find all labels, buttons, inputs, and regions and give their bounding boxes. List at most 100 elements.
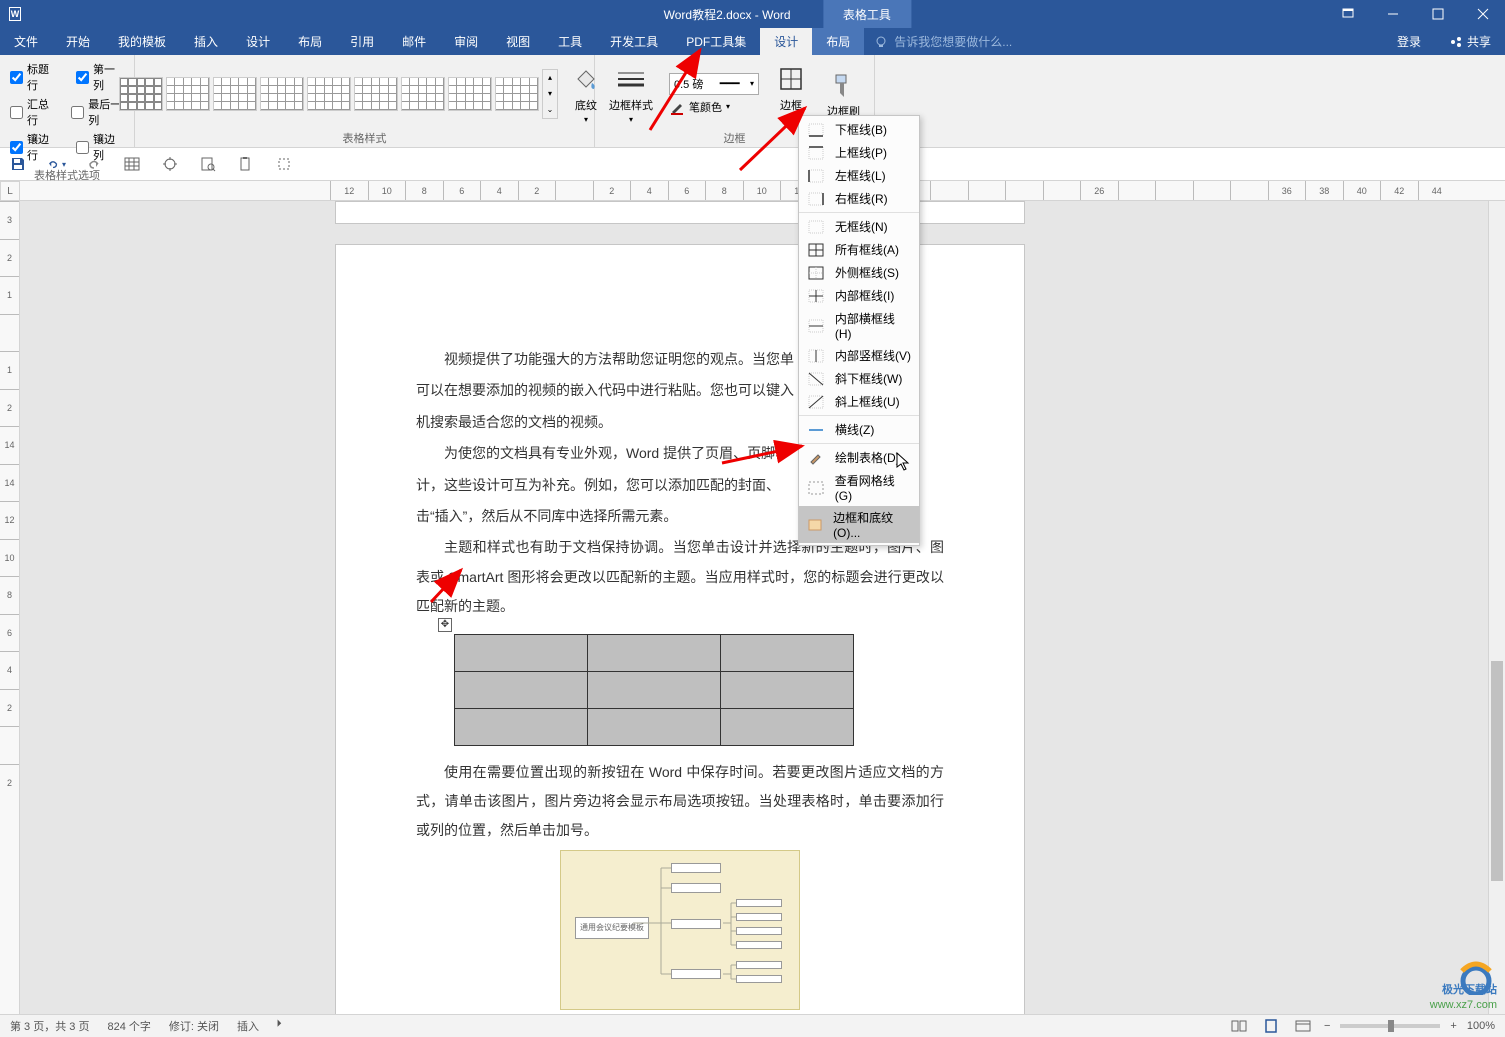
table-tools-title: 表格工具 — [823, 0, 911, 28]
tab-table-layout[interactable]: 布局 — [812, 28, 864, 55]
tab-review[interactable]: 审阅 — [440, 28, 492, 55]
tab-table-design[interactable]: 设计 — [760, 28, 812, 55]
border-style-button[interactable]: 边框样式▾ — [601, 59, 661, 128]
opt-first-col[interactable]: 第一列 — [76, 61, 124, 93]
minimize-button[interactable] — [1370, 0, 1415, 28]
border-inside-item[interactable]: 内部框线(I) — [799, 284, 919, 307]
table-styles-gallery[interactable]: ▴▾⌄ — [119, 69, 558, 119]
style-thumb[interactable] — [166, 77, 210, 111]
border-none-item[interactable]: 无框线(N) — [799, 215, 919, 238]
tab-devtools[interactable]: 开发工具 — [596, 28, 672, 55]
touch-icon — [162, 156, 178, 172]
table-icon — [124, 156, 140, 172]
tab-design[interactable]: 设计 — [232, 28, 284, 55]
login-button[interactable]: 登录 — [1383, 28, 1435, 55]
border-left-item[interactable]: 左框线(L) — [799, 164, 919, 187]
border-inside-v-item[interactable]: 内部竖框线(V) — [799, 344, 919, 367]
view-gridlines-item[interactable]: 查看网格线(G) — [799, 469, 919, 506]
tab-view[interactable]: 视图 — [492, 28, 544, 55]
ribbon-options-icon[interactable] — [1325, 0, 1370, 28]
paste-qat-button[interactable] — [236, 154, 256, 174]
tab-pdf[interactable]: PDF工具集 — [672, 28, 760, 55]
body-text[interactable]: 主题和样式也有助于文档保持协调。当您单击设计并选择新的主题时，图片、图表或 Sm… — [416, 533, 944, 621]
body-text[interactable]: 使用在需要位置出现的新按钮在 Word 中保存时间。若要更改图片适应文档的方式，… — [416, 758, 944, 846]
style-thumb[interactable] — [307, 77, 351, 111]
style-thumb[interactable] — [213, 77, 257, 111]
style-thumb[interactable] — [260, 77, 304, 111]
tab-references[interactable]: 引用 — [336, 28, 388, 55]
site-logo-text: 极光下载站 — [1442, 981, 1497, 997]
horizontal-line-item[interactable]: 横线(Z) — [799, 418, 919, 441]
document-page[interactable]: 视频提供了功能强大的方法帮助您证明您的观点。当您单 可以在想要添加的视频的嵌入代… — [335, 244, 1025, 1014]
borders-and-shading-item[interactable]: 边框和底纹(O)... — [799, 506, 919, 543]
gallery-scroll[interactable]: ▴▾⌄ — [542, 69, 558, 119]
ruler-vertical[interactable]: 321121414121086422 — [0, 201, 20, 1014]
border-top-item[interactable]: 上框线(P) — [799, 141, 919, 164]
border-outside-item[interactable]: 外侧框线(S) — [799, 261, 919, 284]
maximize-button[interactable] — [1415, 0, 1460, 28]
tab-tools[interactable]: 工具 — [544, 28, 596, 55]
format-qat-button[interactable] — [274, 154, 294, 174]
save-icon — [10, 156, 26, 172]
close-button[interactable] — [1460, 0, 1505, 28]
border-all-item[interactable]: 所有框线(A) — [799, 238, 919, 261]
previous-page-edge — [335, 201, 1025, 224]
ruler-horizontal[interactable]: 1210864224681012141618263638404244 — [20, 181, 1505, 201]
zoom-slider[interactable] — [1340, 1024, 1440, 1028]
cursor-icon — [896, 452, 912, 472]
word-icon: W — [8, 4, 28, 24]
diagram-image[interactable]: 通用会议纪要模板 — [560, 850, 800, 1010]
opt-header-row[interactable]: 标题行 — [10, 61, 58, 93]
touch-mode-button[interactable] — [160, 154, 180, 174]
page-indicator[interactable]: 第 3 页，共 3 页 — [10, 1018, 89, 1034]
styles-label: 表格样式 — [343, 130, 387, 146]
word-count[interactable]: 824 个字 — [107, 1018, 150, 1034]
scrollbar-thumb[interactable] — [1491, 661, 1503, 881]
pen-color-button[interactable]: 笔颜色▾ — [669, 99, 759, 115]
style-thumb[interactable] — [401, 77, 445, 111]
zoom-in-button[interactable]: + — [1450, 1020, 1456, 1032]
svg-text:W: W — [11, 9, 20, 19]
zoom-level[interactable]: 100% — [1467, 1020, 1495, 1032]
tell-me-search[interactable]: 告诉我您想要做什么... — [864, 28, 1022, 55]
table-qat-button[interactable] — [122, 154, 142, 174]
border-right-item[interactable]: 右框线(R) — [799, 187, 919, 210]
redo-button[interactable] — [84, 154, 104, 174]
web-layout-button[interactable] — [1292, 1017, 1314, 1035]
opt-total-row[interactable]: 汇总行 — [10, 96, 53, 128]
pen-icon — [669, 99, 685, 115]
insert-mode[interactable]: 插入 — [237, 1018, 259, 1034]
borders-icon — [777, 65, 805, 93]
border-inside-h-item[interactable]: 内部横框线(H) — [799, 307, 919, 344]
pen-weight-dropdown[interactable]: 0.5 磅━━━▾ — [669, 73, 759, 95]
tab-layout[interactable]: 布局 — [284, 28, 336, 55]
tab-mailings[interactable]: 邮件 — [388, 28, 440, 55]
track-changes-status[interactable]: 修订: 关闭 — [169, 1018, 219, 1034]
selected-table[interactable] — [454, 634, 854, 746]
preview-button[interactable] — [198, 154, 218, 174]
tab-insert[interactable]: 插入 — [180, 28, 232, 55]
zoom-out-button[interactable]: − — [1324, 1020, 1330, 1032]
style-thumb[interactable] — [119, 77, 163, 111]
border-diag-down-item[interactable]: 斜下框线(W) — [799, 367, 919, 390]
style-thumb[interactable] — [354, 77, 398, 111]
read-mode-button[interactable] — [1228, 1017, 1250, 1035]
undo-button[interactable]: ▾ — [46, 154, 66, 174]
border-bottom-item[interactable]: 下框线(B) — [799, 118, 919, 141]
style-thumb[interactable] — [495, 77, 539, 111]
tab-templates[interactable]: 我的模板 — [104, 28, 180, 55]
print-layout-button[interactable] — [1260, 1017, 1282, 1035]
tab-file[interactable]: 文件 — [0, 28, 52, 55]
format-icon — [276, 156, 292, 172]
border-diag-up-item[interactable]: 斜上框线(U) — [799, 390, 919, 413]
save-button[interactable] — [8, 154, 28, 174]
style-thumb[interactable] — [448, 77, 492, 111]
opt-last-col[interactable]: 最后一列 — [71, 96, 124, 128]
border-painter-button[interactable]: 边框刷 — [819, 65, 868, 123]
tab-home[interactable]: 开始 — [52, 28, 104, 55]
preview-icon — [200, 156, 216, 172]
document-workspace[interactable]: 视频提供了功能强大的方法帮助您证明您的观点。当您单 可以在想要添加的视频的嵌入代… — [20, 201, 1505, 1014]
share-button[interactable]: 共享 — [1435, 28, 1505, 55]
vertical-scrollbar[interactable] — [1488, 201, 1505, 1014]
table-move-handle[interactable]: ✥ — [438, 618, 452, 632]
